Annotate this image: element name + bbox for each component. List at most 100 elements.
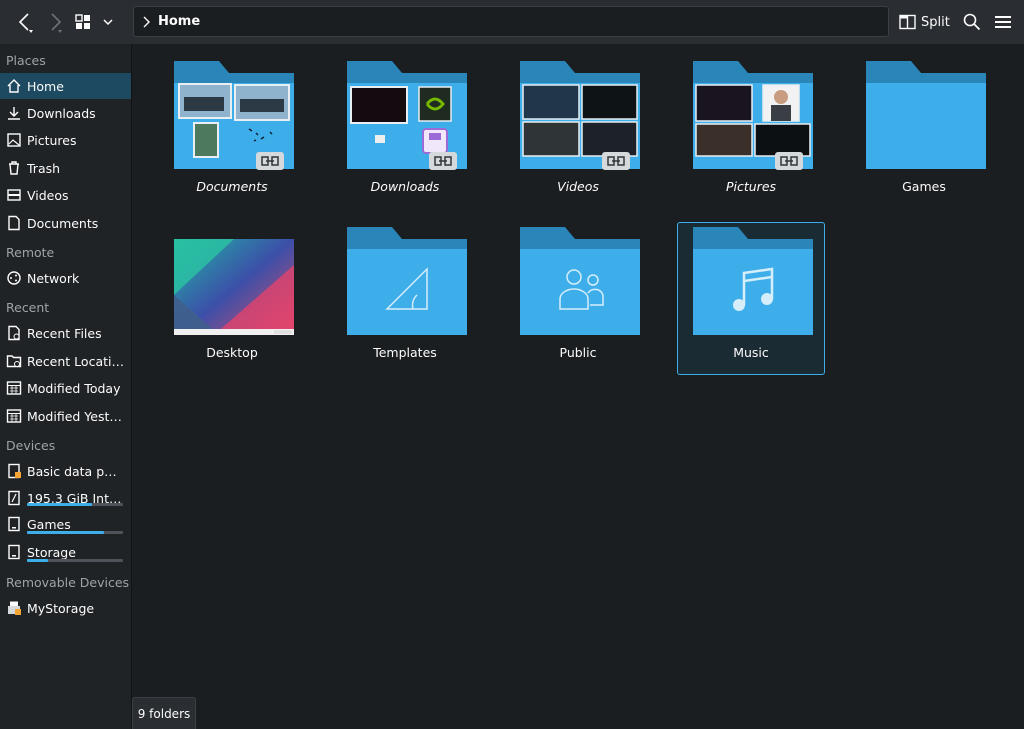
sidebar-item-downloads[interactable]: Downloads [0,100,131,126]
view-mode-icon [75,14,90,29]
folder-view: Documents Downloads Videos Pictures Game… [132,44,1024,729]
sidebar-item-label: Home [27,78,64,94]
location-bar[interactable]: Home [133,6,889,37]
capacity-bar [27,531,123,534]
sidebar-item-label: Basic data parti… [27,463,124,479]
capacity-fill [27,503,93,506]
sidebar-item-recent-locations[interactable]: Recent Locations [0,348,131,374]
folder-public[interactable]: Public [504,222,652,375]
documents-icon [5,214,23,232]
sidebar-item-label: Recent Files [27,325,102,341]
folder-label: Pictures [725,179,777,194]
sidebar-item-pictures[interactable]: Pictures [0,127,131,153]
drive-icon [5,462,23,480]
view-mode-button[interactable] [73,8,93,36]
chevron-down-icon [103,19,113,26]
places-sidebar: Places Home Downloads Pictures Trash Vid… [0,44,132,729]
split-icon [899,14,916,30]
trash-icon [5,159,23,177]
folder-label: Downloads [370,179,440,194]
folder-label: Music [733,345,769,360]
split-button[interactable]: Split [899,8,951,36]
sidebar-item-mystorage[interactable]: MyStorage [0,595,131,621]
folder-icon [693,227,813,335]
section-places: Places [6,53,46,68]
home-icon [5,77,23,95]
back-icon [18,13,33,33]
folder-templates[interactable]: Templates [331,222,479,375]
sidebar-item-recent-files[interactable]: Recent Files [0,320,131,346]
recent-files-icon [5,324,23,342]
capacity-bar [27,559,123,562]
sidebar-item-label: Documents [27,215,99,231]
link-icon [607,156,625,166]
sidebar-item-label: MyStorage [27,600,95,616]
status-bar-count: 9 folders [132,697,196,729]
folder-icon [866,61,986,169]
capacity-fill [27,559,49,562]
sidebar-item-label: Videos [27,187,69,203]
breadcrumb-arrow-icon [143,16,150,28]
folder-label: Documents [196,179,268,194]
folder-desktop[interactable]: Desktop [158,222,306,375]
section-removable-devices: Removable Devices [6,575,130,590]
symlink-badge [602,152,630,170]
breadcrumb-home[interactable]: Home [158,14,200,29]
folder-label: Desktop [206,345,258,360]
videos-icon [5,186,23,204]
search-button[interactable] [961,8,983,36]
folder-games[interactable]: Games [850,56,998,209]
download-icon [5,104,23,122]
sidebar-item-documents[interactable]: Documents [0,210,131,236]
search-icon [963,13,981,31]
split-label: Split [921,14,950,30]
sidebar-item-modified-today[interactable]: Modified Today [0,375,131,401]
folder-icon [520,227,640,335]
sidebar-item-trash[interactable]: Trash [0,155,131,181]
sidebar-item-videos[interactable]: Videos [0,182,131,208]
drive-icon [5,489,23,507]
section-recent: Recent [6,300,50,315]
symlink-badge [429,152,457,170]
sidebar-item-basic-data-partition[interactable]: Basic data parti… [0,458,131,484]
link-icon [780,156,798,166]
back-button[interactable] [12,8,38,36]
sidebar-item-modified-yesterday[interactable]: Modified Yeste… [0,403,131,429]
sidebar-item-label: Modified Yeste… [27,408,124,424]
folder-label: Videos [557,179,599,194]
folder-documents[interactable]: Documents [158,56,306,209]
capacity-bar [27,503,123,506]
hamburger-menu-button[interactable] [992,8,1014,36]
sidebar-item-label: Network [27,270,80,286]
forward-icon [51,13,62,33]
folder-label: Public [559,345,597,360]
folder-icon [347,227,467,335]
sidebar-item-label: Games [27,516,71,532]
sidebar-item-label: Modified Today [27,380,121,396]
folder-videos[interactable]: Videos [504,56,652,209]
link-icon [434,156,452,166]
forward-button[interactable] [44,8,66,36]
folder-label: Templates [373,345,437,360]
capacity-fill [27,531,104,534]
view-mode-dropdown[interactable] [99,8,117,36]
calendar-icon [5,379,23,397]
pictures-icon [5,131,23,149]
usb-drive-icon [5,599,23,617]
sidebar-item-internal-drive[interactable]: 195.3 GiB Inter… [0,485,131,511]
symlink-badge [256,152,284,170]
toolbar: Home Split [0,0,1024,45]
drive-icon [5,543,23,561]
sidebar-item-home[interactable]: Home [0,73,131,99]
folder-music[interactable]: Music [677,222,825,375]
folder-pictures[interactable]: Pictures [677,56,825,209]
symlink-badge [775,152,803,170]
section-remote: Remote [6,245,55,260]
sidebar-item-label: Storage [27,544,76,560]
desktop-thumbnail-icon [174,239,294,335]
sidebar-item-label: Recent Locations [27,353,124,369]
recent-locations-icon [5,352,23,370]
folder-downloads[interactable]: Downloads [331,56,479,209]
drive-icon [5,515,23,533]
sidebar-item-network[interactable]: Network [0,265,131,291]
